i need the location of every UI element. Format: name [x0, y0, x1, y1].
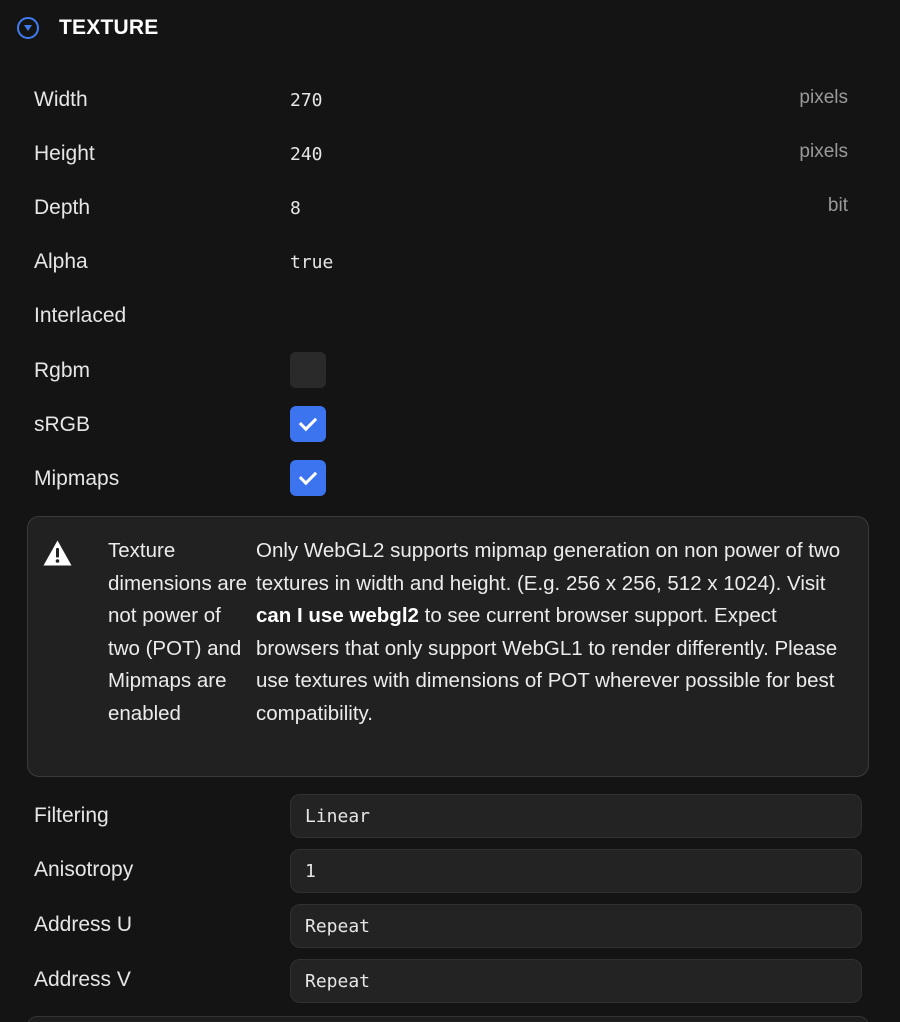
mipmaps-label: Mipmaps	[34, 467, 120, 490]
rgbm-label: Rgbm	[34, 359, 91, 382]
width-value: 270	[290, 90, 323, 111]
property-row-alpha: Alpha true	[0, 242, 900, 282]
address-v-select[interactable]: Repeat	[290, 959, 862, 1003]
property-row-mipmaps: Mipmaps	[0, 459, 900, 499]
filtering-label: Filtering	[34, 804, 109, 827]
property-row-rgbm: Rgbm	[0, 351, 900, 391]
property-row-address-u: Address U Repeat	[0, 904, 900, 948]
srgb-checkbox[interactable]	[290, 406, 326, 442]
property-row-filtering: Filtering Linear	[0, 794, 900, 838]
alpha-value: true	[290, 252, 334, 273]
anisotropy-input-value: 1	[305, 861, 316, 882]
height-value: 240	[290, 144, 323, 165]
pot-warning-box: Texture dimensions are not power of two …	[27, 516, 869, 777]
width-label: Width	[34, 88, 88, 111]
address-u-select[interactable]: Repeat	[290, 904, 862, 948]
section-title: TEXTURE	[59, 16, 159, 39]
anisotropy-input[interactable]: 1	[290, 849, 862, 893]
srgb-label: sRGB	[34, 413, 91, 436]
address-u-select-value: Repeat	[305, 916, 371, 937]
section-header[interactable]: TEXTURE	[0, 0, 900, 58]
property-row-address-v: Address V Repeat	[0, 959, 900, 1003]
address-v-select-value: Repeat	[305, 971, 371, 992]
can-i-use-webgl2-link[interactable]: can I use webgl2	[256, 604, 419, 627]
property-row-srgb: sRGB	[0, 405, 900, 445]
rgbm-checkbox[interactable]	[290, 352, 326, 388]
chevron-down-circle-icon[interactable]	[17, 17, 39, 39]
anisotropy-label: Anisotropy	[34, 858, 134, 881]
property-row-width: Width 270 pixels	[0, 80, 900, 120]
warning-text: Only WebGL2 supports mipmap generation o…	[256, 535, 856, 731]
filtering-select-value: Linear	[305, 806, 371, 827]
alpha-label: Alpha	[34, 250, 88, 273]
address-u-label: Address U	[34, 913, 133, 936]
depth-unit: bit	[827, 195, 848, 216]
width-unit: pixels	[799, 87, 848, 108]
property-row-height: Height 240 pixels	[0, 134, 900, 174]
texture-inspector-panel: TEXTURE Width 270 pixels Height 240 pixe…	[0, 0, 900, 1022]
height-unit: pixels	[799, 141, 848, 162]
height-label: Height	[34, 142, 95, 165]
warning-title: Texture dimensions are not power of two …	[108, 539, 248, 725]
property-row-anisotropy: Anisotropy 1	[0, 849, 900, 893]
depth-label: Depth	[34, 196, 91, 219]
address-v-label: Address V	[34, 968, 131, 991]
interlaced-label: Interlaced	[34, 304, 127, 327]
mipmaps-checkbox[interactable]	[290, 460, 326, 496]
property-row-depth: Depth 8 bit	[0, 188, 900, 228]
warning-text-before: Only WebGL2 supports mipmap generation o…	[256, 539, 841, 595]
property-row-interlaced: Interlaced	[0, 296, 900, 336]
filtering-select[interactable]: Linear	[290, 794, 862, 838]
depth-value: 8	[290, 198, 301, 219]
warning-triangle-icon	[43, 540, 72, 566]
next-panel-edge	[27, 1016, 869, 1022]
